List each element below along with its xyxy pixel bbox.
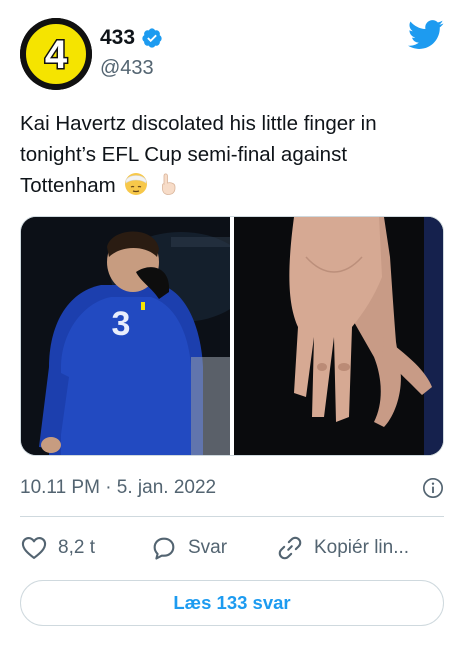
heart-icon: [21, 537, 47, 559]
user-names: 433 @433: [100, 26, 163, 80]
tweet-timestamp[interactable]: 10.11 PM · 5. jan. 2022: [20, 477, 216, 499]
avatar-logo-icon: 4: [20, 18, 92, 90]
copy-link-button[interactable]: Kopiér lin...: [276, 534, 444, 562]
copy-link-label: Kopiér lin...: [314, 537, 410, 558]
media-image-hand[interactable]: [234, 217, 443, 455]
reply-label: Svar: [188, 537, 228, 558]
tweet-text: Kai Havertz discolated his little finger…: [20, 108, 444, 201]
player-photo-icon: 3: [21, 217, 230, 455]
read-replies-button[interactable]: Læs 133 svar: [20, 580, 444, 626]
display-name-row: 433: [100, 26, 163, 50]
like-count: 8,2 t: [58, 537, 95, 558]
verified-badge-icon: [142, 28, 162, 48]
divider: [20, 516, 444, 517]
twitter-bird-icon[interactable]: [408, 20, 444, 50]
display-name[interactable]: 433: [100, 26, 135, 50]
action-bar: 8,2 t Svar Kopiér lin...: [20, 531, 444, 565]
face-with-head-bandage-icon: [125, 173, 148, 195]
media-container: 3: [20, 216, 444, 456]
shirt-number: 3: [112, 305, 131, 343]
timestamp-row: 10.11 PM · 5. jan. 2022: [20, 474, 444, 502]
link-icon: [278, 536, 302, 560]
reply-button[interactable]: Svar: [150, 534, 276, 562]
avatar[interactable]: 4: [20, 18, 92, 90]
like-button[interactable]: 8,2 t: [20, 534, 150, 562]
read-replies-label: Læs 133 svar: [173, 592, 291, 613]
user-handle[interactable]: @433: [100, 57, 163, 80]
tweet-header: 4 433 @433: [20, 18, 444, 90]
media-image-player[interactable]: 3: [21, 217, 230, 455]
avatar-text: 4: [45, 33, 68, 77]
hand-photo-icon: [234, 217, 443, 455]
tweet-text-content: Kai Havertz discolated his little finger…: [20, 112, 377, 197]
reply-bubble-icon: [153, 537, 175, 560]
index-pointing-up-icon: [162, 173, 176, 195]
info-icon[interactable]: [422, 477, 444, 499]
